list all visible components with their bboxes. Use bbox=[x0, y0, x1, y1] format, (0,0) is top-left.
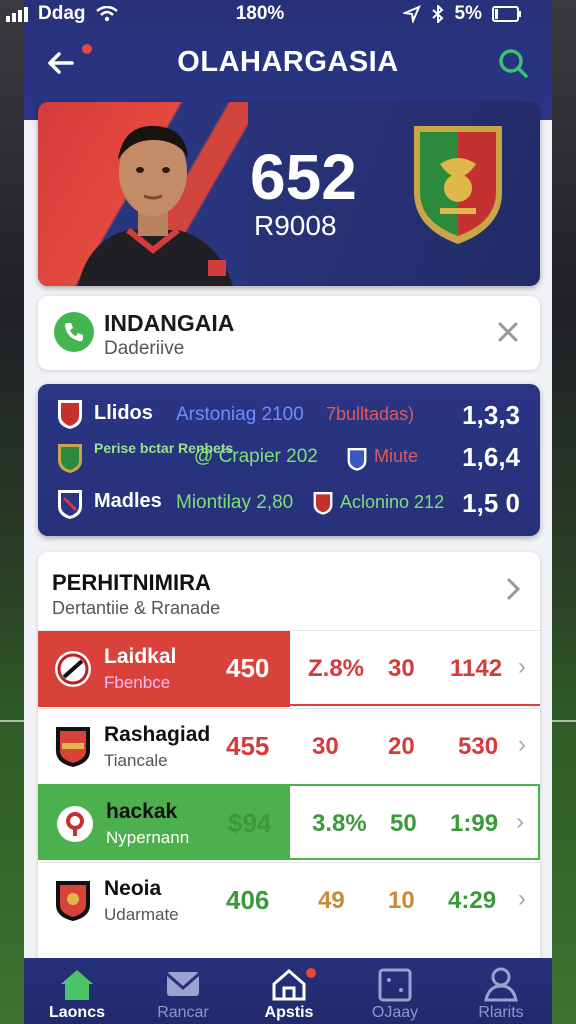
call-subtitle: Daderiive bbox=[104, 338, 185, 359]
table-subtitle: Dertantiie & Rranade bbox=[52, 598, 221, 618]
row-cell-3: 530 bbox=[458, 733, 499, 760]
search-icon[interactable] bbox=[496, 46, 530, 80]
home-icon bbox=[61, 970, 93, 1000]
tab-apps[interactable]: Apstis bbox=[236, 958, 342, 1024]
team-badge-icon bbox=[58, 490, 82, 519]
wifi-icon bbox=[95, 6, 118, 22]
row-value: $94 bbox=[228, 808, 272, 838]
table-row[interactable]: Neoia Udarmate 406 49 10 4:29 › bbox=[38, 862, 540, 938]
hero-score: 652 bbox=[250, 141, 357, 213]
calendar-icon bbox=[378, 968, 412, 1002]
fixture-team: Madles bbox=[94, 490, 162, 512]
row-cell-1: Z.8% bbox=[308, 655, 365, 682]
team-badge-icon bbox=[347, 448, 367, 471]
phone-icon[interactable] bbox=[54, 312, 94, 352]
row-cell-3: 4:29 bbox=[448, 887, 497, 914]
row-name: Laidkal bbox=[104, 645, 177, 668]
fixtures-panel: Llidos Arstoniag 2100 7bulltadas) 1,3,3 … bbox=[38, 384, 540, 536]
fixture-middle: @ Crapier 202 bbox=[194, 446, 318, 467]
fixture-odds[interactable]: 1,6,4 bbox=[462, 442, 520, 473]
chevron-right-icon[interactable] bbox=[504, 576, 522, 609]
team-badge-icon bbox=[58, 444, 82, 473]
tab-label: Rancar bbox=[157, 1004, 209, 1021]
row-subtitle: Fbenbce bbox=[104, 673, 171, 692]
table-row[interactable]: hackak Nypernann $94 3.8% 50 1:99 › bbox=[38, 784, 540, 860]
tab-messages[interactable]: Rancar bbox=[130, 958, 236, 1024]
bottom-tab-bar: Laoncs Rancar Apstis OJaay Rlarits bbox=[24, 958, 552, 1024]
fixture-away: Aclonino 212 bbox=[340, 492, 445, 512]
fixture-odds[interactable]: 1,5 0 bbox=[462, 488, 520, 519]
mail-icon bbox=[166, 972, 200, 996]
battery-percent: 5% bbox=[454, 3, 482, 24]
close-icon[interactable] bbox=[494, 318, 522, 346]
tab-label: Apstis bbox=[264, 1004, 314, 1021]
row-name: Rashagiad bbox=[104, 723, 211, 746]
status-bar: Ddag 180% 5% bbox=[0, 0, 552, 28]
notification-dot bbox=[306, 968, 316, 978]
fixture-away: 7bulltadas) bbox=[326, 404, 415, 424]
fixture-middle: Arstoniag 2100 bbox=[176, 404, 304, 425]
table-row[interactable]: Laidkal Fbenbce 450 Z.8% 30 1142 › bbox=[38, 630, 540, 707]
signal-icon bbox=[6, 6, 28, 22]
row-cell-2: 10 bbox=[388, 887, 415, 914]
hero-code: R9008 bbox=[254, 210, 337, 241]
row-cell-2: 50 bbox=[390, 810, 417, 837]
fixture-away: Miute bbox=[374, 446, 419, 466]
player-photo bbox=[78, 125, 233, 286]
carrier-label: Ddag bbox=[38, 3, 86, 24]
app-screen: OLAHARGASIA 652 R9008 INDANGAIA Daderiiv… bbox=[24, 0, 552, 1024]
team-logo-icon bbox=[55, 651, 91, 687]
row-cell-3: 1142 bbox=[450, 655, 503, 682]
row-cell-3: 1:99 bbox=[450, 810, 499, 837]
row-value: 450 bbox=[226, 653, 270, 683]
standings-card: PERHITNIMIRA Dertantiie & Rranade Laidka… bbox=[38, 552, 540, 972]
row-name: hackak bbox=[106, 800, 178, 823]
status-time: 180% bbox=[235, 3, 285, 24]
chevron-right-icon[interactable]: › bbox=[518, 731, 526, 759]
tab-calendar[interactable]: OJaay bbox=[342, 958, 448, 1024]
fixture-row[interactable]: Llidos Arstoniag 2100 7bulltadas) 1,3,3 bbox=[38, 394, 540, 434]
team-badge-icon bbox=[313, 492, 333, 515]
row-subtitle: Tiancale bbox=[104, 751, 168, 770]
page-title: OLAHARGASIA bbox=[177, 46, 399, 78]
fixture-team: Llidos bbox=[94, 402, 153, 424]
chevron-right-icon[interactable]: › bbox=[518, 885, 526, 913]
location-pin-icon bbox=[57, 806, 93, 842]
row-value: 406 bbox=[226, 885, 270, 915]
row-cell-1: 30 bbox=[312, 733, 339, 760]
chevron-right-icon[interactable]: › bbox=[518, 653, 526, 681]
call-title: INDANGAIA bbox=[104, 310, 235, 336]
row-cell-1: 49 bbox=[318, 887, 345, 914]
row-cell-2: 30 bbox=[388, 655, 415, 682]
tab-label: OJaay bbox=[371, 1004, 419, 1021]
fixture-row[interactable]: Madles Miontilay 2,80 Aclonino 212 1,5 0 bbox=[38, 484, 540, 524]
table-row[interactable]: Rashagiad Tiancale 455 30 20 530 › bbox=[38, 708, 540, 784]
tab-label: Laoncs bbox=[48, 1004, 105, 1021]
hero-banner[interactable]: 652 R9008 bbox=[38, 102, 540, 286]
call-card[interactable]: INDANGAIA Daderiive bbox=[38, 296, 540, 370]
tab-profile[interactable]: Rlarits bbox=[448, 958, 552, 1024]
row-cell-1: 3.8% bbox=[312, 810, 367, 837]
row-cell-2: 20 bbox=[388, 733, 415, 760]
location-icon bbox=[402, 5, 421, 23]
chevron-right-icon[interactable]: › bbox=[516, 808, 524, 836]
table-title: PERHITNIMIRA bbox=[52, 570, 211, 595]
team-badge-icon bbox=[58, 400, 82, 429]
club-crest-icon bbox=[414, 126, 502, 244]
team-logo-icon bbox=[56, 881, 90, 921]
row-name: Neoia bbox=[104, 877, 162, 900]
team-logo-icon bbox=[56, 727, 90, 767]
fixture-middle: Miontilay 2,80 bbox=[176, 492, 294, 513]
tab-label: Rlarits bbox=[478, 1004, 524, 1021]
profile-icon bbox=[484, 967, 518, 1002]
fixture-row[interactable]: Perise bctar Renbets @ Crapier 202 Miute… bbox=[38, 438, 540, 478]
fixture-odds[interactable]: 1,3,3 bbox=[462, 400, 520, 431]
row-subtitle: Nypernann bbox=[106, 828, 190, 847]
house-icon bbox=[272, 969, 306, 1001]
battery-icon bbox=[491, 6, 521, 22]
tab-home[interactable]: Laoncs bbox=[24, 958, 130, 1024]
bluetooth-icon bbox=[431, 5, 443, 23]
row-value: 455 bbox=[226, 731, 270, 761]
row-subtitle: Udarmate bbox=[104, 905, 179, 924]
